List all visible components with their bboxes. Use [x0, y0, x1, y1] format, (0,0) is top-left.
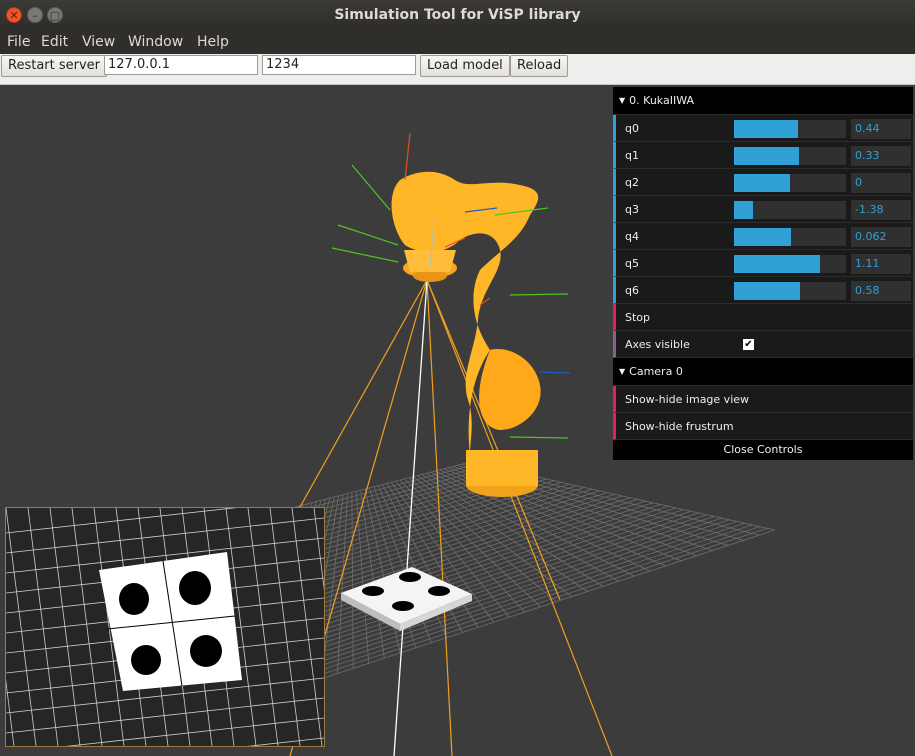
- joint-slider-fill: [734, 255, 821, 273]
- caret-down-icon: ▼: [619, 367, 626, 376]
- joint-row-q2: q2 0: [613, 169, 913, 196]
- menu-window[interactable]: Window: [128, 30, 183, 54]
- axes-visible-label: Axes visible: [625, 338, 690, 351]
- camera-folder-label: Camera 0: [629, 365, 683, 378]
- joint-slider[interactable]: [734, 201, 846, 219]
- joint-value-input[interactable]: 0.58: [851, 281, 911, 301]
- close-controls-button[interactable]: Close Controls: [613, 440, 913, 460]
- menu-edit[interactable]: Edit: [41, 30, 68, 54]
- joint-value-input[interactable]: 0.062: [851, 227, 911, 247]
- joint-row-q6: q6 0.58: [613, 277, 913, 304]
- joint-label: q3: [625, 203, 639, 216]
- show-frustum-label: Show-hide frustrum: [625, 420, 734, 433]
- target-plate: [341, 567, 472, 631]
- window-title: Simulation Tool for ViSP library: [334, 7, 581, 23]
- load-model-button[interactable]: Load model: [420, 55, 510, 77]
- robot-kuka: [391, 171, 541, 497]
- grid-line: [6, 679, 15, 746]
- robot-folder-header[interactable]: ▼ 0. KukaIIWA: [613, 87, 913, 115]
- grid-line: [6, 508, 237, 534]
- joint-label: q0: [625, 122, 639, 135]
- joint-row-q5: q5 1.11: [613, 250, 913, 277]
- show-image-view-button[interactable]: Show-hide image view: [613, 386, 913, 413]
- grid-line: [6, 697, 324, 734]
- grid-line: [247, 737, 324, 746]
- host-input[interactable]: 127.0.0.1: [104, 55, 258, 75]
- grid-line: [49, 508, 81, 746]
- joint-label: q5: [625, 257, 639, 270]
- joint-label: q4: [625, 230, 639, 243]
- joint-slider-fill: [734, 201, 754, 219]
- joint-slider-fill: [734, 282, 801, 300]
- camera-image: [6, 508, 324, 746]
- joint-value-input[interactable]: 0: [851, 173, 911, 193]
- title-bar: ✕ – □ Simulation Tool for ViSP library: [0, 0, 915, 30]
- joint-value-input[interactable]: 0.33: [851, 146, 911, 166]
- port-input[interactable]: 1234: [262, 55, 416, 75]
- axes-visible-checkbox[interactable]: ✔: [743, 339, 754, 350]
- joint-slider-fill: [734, 174, 790, 192]
- joint-slider[interactable]: [734, 120, 846, 138]
- joint-value-input[interactable]: -1.38: [851, 200, 911, 220]
- joint-sliders: q0 0.44 q1 0.33 q2 0 q3 -1.38 q4 0.062 q5 1.11 q6 0.5…: [613, 115, 913, 304]
- menu-file[interactable]: File: [7, 30, 30, 54]
- joint-slider-fill: [734, 120, 798, 138]
- joint-row-q0: q0 0.44: [613, 115, 913, 142]
- axes-visible-row: Axes visible ✔: [613, 331, 913, 358]
- stop-label: Stop: [625, 311, 651, 324]
- caret-down-icon: ▼: [619, 96, 626, 105]
- joint-slider[interactable]: [734, 228, 846, 246]
- joint-slider[interactable]: [734, 174, 846, 192]
- restart-server-button[interactable]: Restart server: [1, 55, 108, 77]
- controls-panel: ▼ 0. KukaIIWA q0 0.44 q1 0.33 q2 0 q3 -1.38 q4 0.0…: [613, 87, 913, 460]
- joint-value-input[interactable]: 1.11: [851, 254, 911, 274]
- joint-slider-fill: [734, 228, 792, 246]
- show-image-view-label: Show-hide image view: [625, 393, 750, 406]
- joint-label: q2: [625, 176, 639, 189]
- menu-bar: File Edit View Window Help: [0, 30, 915, 54]
- joint-slider[interactable]: [734, 255, 846, 273]
- joint-value-input[interactable]: 0.44: [851, 119, 911, 139]
- grid-line: [291, 508, 323, 746]
- grid-line: [313, 508, 324, 591]
- joint-label: q6: [625, 284, 639, 297]
- camera-folder-header[interactable]: ▼ Camera 0: [613, 358, 913, 386]
- joint-label: q1: [625, 149, 639, 162]
- joint-row-q4: q4 0.062: [613, 223, 913, 250]
- joint-slider-fill: [734, 147, 799, 165]
- joint-slider[interactable]: [734, 282, 846, 300]
- stop-button[interactable]: Stop: [613, 304, 913, 331]
- show-frustum-button[interactable]: Show-hide frustrum: [613, 413, 913, 440]
- toolbar: Restart server 127.0.0.1 1234 Load model…: [0, 54, 915, 85]
- joint-row-q1: q1 0.33: [613, 142, 913, 169]
- camera-image-view: [5, 507, 325, 747]
- robot-folder-label: 0. KukaIIWA: [629, 94, 694, 107]
- joint-row-q3: q3 -1.38: [613, 196, 913, 223]
- menu-view[interactable]: View: [82, 30, 115, 54]
- reload-button[interactable]: Reload: [510, 55, 569, 77]
- menu-help[interactable]: Help: [197, 30, 229, 54]
- joint-slider[interactable]: [734, 147, 846, 165]
